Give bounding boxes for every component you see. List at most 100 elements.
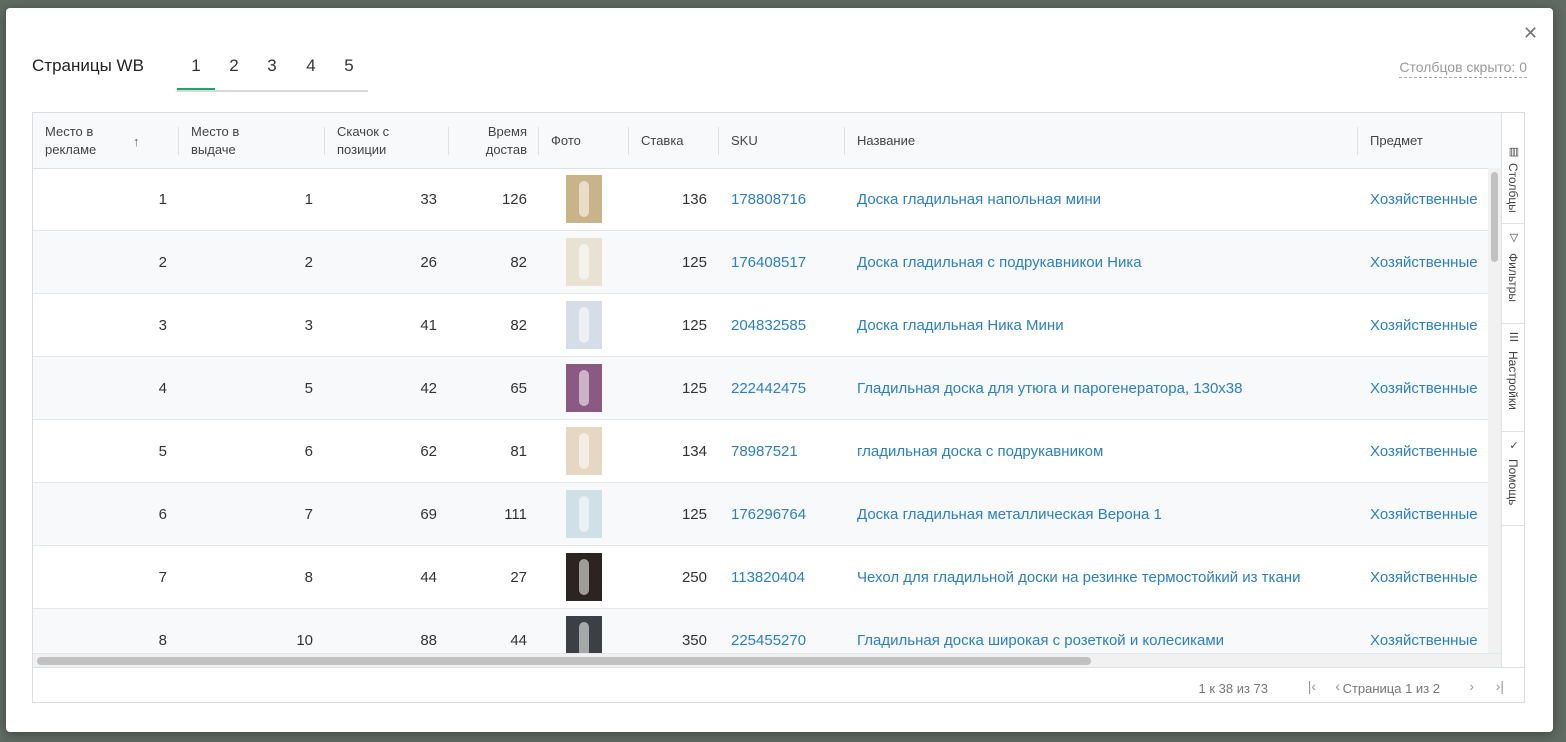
cell-photo[interactable]	[539, 546, 629, 608]
tab-1[interactable]: 1	[177, 56, 215, 90]
cell-name[interactable]: Гладильная доска широкая с розеткой и ко…	[845, 609, 1358, 653]
side-tab-columns[interactable]: ▥ Столбцы	[1502, 137, 1524, 224]
cell-ad-place: 4	[158, 379, 167, 397]
cell-sku[interactable]: 222442475	[719, 357, 845, 419]
table-row[interactable]: 2 2 26 82 125 176408517 Доска гладильная с под…	[33, 231, 1488, 294]
cell-ad-place: 3	[158, 316, 167, 334]
vertical-scroll-thumb[interactable]	[1491, 172, 1498, 262]
cell-sku[interactable]: 176296764	[719, 483, 845, 545]
horizontal-scroll-thumb[interactable]	[37, 657, 1091, 665]
cell-subject[interactable]: Хозяйственные	[1358, 294, 1488, 356]
table-row[interactable]: 6 7 69 111 125 176296764 Доска гладильная мета…	[33, 483, 1488, 546]
cell-search-place: 1	[304, 190, 313, 208]
close-icon[interactable]: ✕	[1523, 24, 1538, 42]
product-photo[interactable]	[566, 616, 602, 653]
cell-delivery: 111	[504, 505, 527, 523]
table-row[interactable]: 7 8 44 27 250 113820404 Чехол для гладильной д…	[33, 546, 1488, 609]
cell-sku[interactable]: 78987521	[719, 420, 845, 482]
cell-ad-place: 2	[158, 253, 167, 271]
cell-bid: 250	[681, 568, 707, 586]
product-photo[interactable]	[566, 427, 602, 475]
prev-page-icon[interactable]: ‹	[1335, 678, 1340, 694]
product-photo[interactable]	[566, 490, 602, 538]
cell-jump: 88	[420, 631, 437, 649]
cell-photo[interactable]	[539, 420, 629, 482]
cell-name[interactable]: Гладильная доска для утюга и парогенерат…	[845, 357, 1358, 419]
column-header-photo[interactable]: Фото	[539, 113, 629, 168]
cell-photo[interactable]	[539, 609, 629, 653]
table-row[interactable]: 5 6 62 81 134 78987521 гладильная доска с подр…	[33, 420, 1488, 483]
cell-sku[interactable]: 178808716	[719, 168, 845, 230]
vertical-scrollbar[interactable]	[1488, 168, 1501, 653]
product-photo[interactable]	[566, 553, 602, 601]
column-header-jump[interactable]: Скачок с позиции	[325, 113, 449, 168]
table-row[interactable]: 1 1 33 126 136 178808716 Доска гладильная напо…	[33, 168, 1488, 231]
check-icon: ✓	[1509, 440, 1519, 452]
cell-photo[interactable]	[539, 168, 629, 230]
cell-jump: 42	[420, 379, 437, 397]
cell-sku[interactable]: 204832585	[719, 294, 845, 356]
column-header-sku[interactable]: SKU	[719, 113, 845, 168]
side-tab-settings[interactable]: ☰ Настройки	[1502, 323, 1524, 432]
cell-subject[interactable]: Хозяйственные	[1358, 483, 1488, 545]
sort-asc-icon[interactable]: ↑	[133, 133, 140, 151]
cell-subject[interactable]: Хозяйственные	[1358, 546, 1488, 608]
product-photo[interactable]	[566, 301, 602, 349]
column-header-ad-place[interactable]: Место в рекламе ↑	[33, 113, 179, 168]
data-grid: Место в рекламе ↑ Место в выдаче Скачок …	[32, 112, 1525, 703]
cell-ad-place: 1	[158, 190, 167, 208]
product-photo[interactable]	[566, 175, 602, 223]
first-page-icon[interactable]: |‹	[1308, 678, 1316, 694]
column-header-delivery[interactable]: Время достав	[449, 113, 539, 168]
column-header-search-place[interactable]: Место в выдаче	[179, 113, 325, 168]
cell-photo[interactable]	[539, 231, 629, 293]
cell-photo[interactable]	[539, 483, 629, 545]
cell-photo[interactable]	[539, 294, 629, 356]
table-row[interactable]: 8 10 88 44 350 225455270 Гладильная доска широ…	[33, 609, 1488, 653]
tab-3[interactable]: 3	[253, 56, 291, 88]
filter-icon: ▽	[1509, 232, 1519, 244]
row-range: 1 к 38 из 73	[1198, 681, 1268, 696]
last-page-icon[interactable]: ›|	[1496, 678, 1504, 694]
cell-sku[interactable]: 225455270	[719, 609, 845, 653]
tab-4[interactable]: 4	[292, 56, 330, 88]
product-photo[interactable]	[566, 238, 602, 286]
cell-subject[interactable]: Хозяйственные	[1358, 357, 1488, 419]
horizontal-scrollbar[interactable]	[33, 653, 1501, 668]
settings-icon: ☰	[1509, 332, 1519, 344]
column-header-subject[interactable]: Предмет	[1358, 113, 1501, 168]
cell-subject[interactable]: Хозяйственные	[1358, 231, 1488, 293]
cell-search-place: 3	[304, 316, 313, 334]
cell-name[interactable]: гладильная доска с подрукавником	[845, 420, 1358, 482]
modal-dialog: ✕ Страницы WB 1 2 3 4 5 Столбцов скрыто:…	[6, 8, 1553, 732]
cell-name[interactable]: Чехол для гладильной доски на резинке те…	[845, 546, 1358, 608]
side-tab-filters[interactable]: ▽ Фильтры	[1502, 223, 1524, 324]
cell-sku[interactable]: 113820404	[719, 546, 845, 608]
hidden-columns-link[interactable]: Столбцов скрыто: 0	[1399, 59, 1527, 78]
page-title: Страницы WB	[32, 56, 144, 75]
product-photo[interactable]	[566, 364, 602, 412]
cell-photo[interactable]	[539, 357, 629, 419]
cell-bid: 125	[681, 253, 707, 271]
cell-bid: 125	[681, 505, 707, 523]
column-header-bid[interactable]: Ставка	[629, 113, 719, 168]
cell-name[interactable]: Доска гладильная с подрукавникои Ника	[845, 231, 1358, 293]
cell-name[interactable]: Доска гладильная Ника Мини	[845, 294, 1358, 356]
cell-subject[interactable]: Хозяйственные	[1358, 420, 1488, 482]
column-header-name[interactable]: Название	[845, 113, 1358, 168]
cell-subject[interactable]: Хозяйственные	[1358, 609, 1488, 653]
page-tabs: 1 2 3 4 5	[177, 48, 368, 92]
side-tab-help[interactable]: ✓ Помощь	[1502, 431, 1524, 526]
cell-name[interactable]: Доска гладильная металлическая Верона 1	[845, 483, 1358, 545]
table-row[interactable]: 3 3 41 82 125 204832585 Доска гладильная Ника …	[33, 294, 1488, 357]
tab-5[interactable]: 5	[330, 56, 368, 88]
cell-sku[interactable]: 176408517	[719, 231, 845, 293]
table-row[interactable]: 4 5 42 65 125 222442475 Гладильная доска для у…	[33, 357, 1488, 420]
tab-2[interactable]: 2	[215, 56, 253, 88]
cell-ad-place: 5	[158, 442, 167, 460]
next-page-icon[interactable]: ›	[1469, 678, 1474, 694]
cell-search-place: 10	[296, 631, 313, 649]
cell-ad-place: 7	[158, 568, 167, 586]
cell-name[interactable]: Доска гладильная напольная мини	[845, 168, 1358, 230]
cell-subject[interactable]: Хозяйственные	[1358, 168, 1488, 230]
